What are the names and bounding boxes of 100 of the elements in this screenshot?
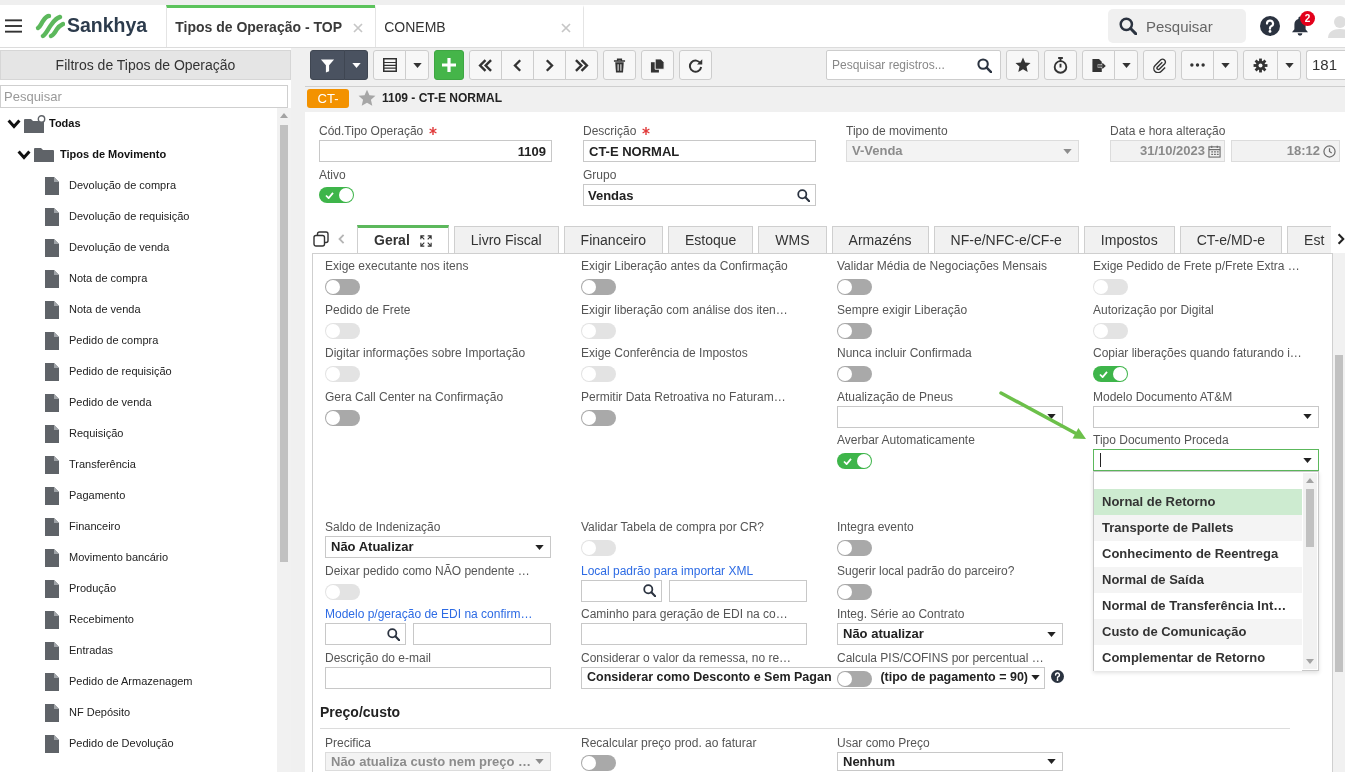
- search-field[interactable]: Pesquisar: [1108, 9, 1246, 43]
- select-field[interactable]: [837, 405, 1063, 428]
- tab[interactable]: Estoque: [668, 226, 754, 253]
- lookup-input[interactable]: Vendas: [584, 185, 797, 205]
- filter-menu-button[interactable]: [344, 50, 368, 80]
- export-button[interactable]: [1082, 50, 1115, 80]
- tree-item[interactable]: Recebimento: [0, 604, 277, 635]
- search-input[interactable]: Pesquisar: [1146, 13, 1246, 39]
- text-field[interactable]: CT-E NORMAL: [583, 140, 816, 162]
- toggle-switch[interactable]: [837, 279, 872, 295]
- search-icon[interactable]: [643, 584, 656, 597]
- tree-item[interactable]: Pagamento: [0, 480, 277, 511]
- toggle-switch[interactable]: [581, 755, 616, 771]
- scrollbar[interactable]: [277, 108, 291, 772]
- tab[interactable]: CT-e/MD-e: [1179, 226, 1283, 253]
- scrollbar[interactable]: [1303, 473, 1317, 669]
- lookup-field[interactable]: [325, 623, 406, 645]
- next-record-button[interactable]: [533, 50, 566, 80]
- tab[interactable]: NF-e/NFC-e/CF-e: [933, 226, 1079, 253]
- attach-button[interactable]: [1143, 50, 1176, 80]
- tree-item[interactable]: Produção: [0, 573, 277, 604]
- tree-item[interactable]: Financeiro: [0, 511, 277, 542]
- toggle-switch[interactable]: [837, 540, 872, 556]
- tree-item[interactable]: Devolução de requisição: [0, 201, 277, 232]
- tree-item[interactable]: Requisição: [0, 418, 277, 449]
- chevron-down-icon[interactable]: [7, 118, 21, 129]
- star-icon[interactable]: [358, 89, 376, 107]
- tree-item[interactable]: Nota de venda: [0, 294, 277, 325]
- search-field[interactable]: Pesquisar: [0, 85, 288, 108]
- select-field[interactable]: Considerar como Desconto e Sem Pagan (tipo de pagamento = 90): [581, 666, 1045, 689]
- toggle-switch[interactable]: [319, 187, 354, 203]
- lookup-field[interactable]: [581, 579, 662, 602]
- tree-item[interactable]: Pedido de Devolução: [0, 728, 277, 759]
- search-icon[interactable]: [1119, 17, 1137, 35]
- toggle-switch[interactable]: [581, 409, 616, 426]
- tree-item[interactable]: Pedido de requisição: [0, 356, 277, 387]
- more-menu-button[interactable]: [1213, 50, 1238, 80]
- tab[interactable]: Armazéns: [831, 226, 929, 253]
- tab[interactable]: Livro Fiscal: [453, 226, 559, 253]
- search-icon[interactable]: [797, 188, 810, 202]
- tree-item[interactable]: Pedido de venda: [0, 387, 277, 418]
- select-field[interactable]: [1093, 449, 1319, 471]
- grid-menu-button[interactable]: [405, 50, 429, 80]
- favorite-button[interactable]: [1006, 50, 1039, 80]
- tree-item[interactable]: Pedido de compra: [0, 325, 277, 356]
- first-record-button[interactable]: [469, 50, 502, 80]
- select-field[interactable]: [1093, 405, 1319, 428]
- field-link[interactable]: Local padrão para importar XML: [581, 563, 837, 578]
- previous-record-button[interactable]: [501, 50, 534, 80]
- field-link[interactable]: Modelo p/geração de EDI na confirm…: [325, 607, 581, 621]
- select-field[interactable]: Nenhum: [837, 752, 1063, 771]
- menu-button[interactable]: [5, 19, 22, 33]
- settings-menu-button[interactable]: [1277, 50, 1301, 80]
- toggle-switch[interactable]: [837, 322, 872, 339]
- toggle-switch[interactable]: [325, 409, 360, 426]
- chevron-right-icon[interactable]: [1337, 232, 1345, 246]
- more-button[interactable]: [1181, 50, 1214, 80]
- select-field[interactable]: Não Atualizar: [325, 536, 551, 558]
- dropdown-option[interactable]: Normal de Saída: [1094, 567, 1302, 593]
- expand-icon[interactable]: [419, 234, 432, 247]
- toggle-switch[interactable]: [837, 453, 872, 469]
- tree-item[interactable]: Nota de compra: [0, 263, 277, 294]
- lookup-field[interactable]: Vendas: [583, 184, 816, 206]
- filter-button[interactable]: [310, 50, 345, 80]
- search-icon[interactable]: [977, 57, 992, 73]
- tab[interactable]: Est: [1287, 226, 1331, 253]
- toggle-switch[interactable]: [837, 366, 872, 382]
- toggle-switch[interactable]: [325, 279, 360, 295]
- number-field[interactable]: 1109: [319, 140, 552, 162]
- tab[interactable]: WMS: [758, 226, 827, 253]
- tree-item[interactable]: NF Depósito: [0, 697, 277, 728]
- toggle-switch[interactable]: [581, 279, 616, 295]
- delete-button[interactable]: [603, 50, 636, 80]
- timer-button[interactable]: [1044, 50, 1077, 80]
- settings-button[interactable]: [1243, 50, 1278, 80]
- refresh-button[interactable]: [679, 50, 712, 80]
- select-field[interactable]: Não atualizar: [837, 623, 1063, 645]
- tree-item[interactable]: Entradas: [0, 635, 277, 666]
- tree-item[interactable]: Pedido de Armazenagem: [0, 666, 277, 697]
- tree-item[interactable]: Transferência: [0, 449, 277, 480]
- tree-item[interactable]: Devolução de venda: [0, 232, 277, 263]
- last-record-button[interactable]: [565, 50, 598, 80]
- grid-view-button[interactable]: [373, 50, 406, 80]
- windows-icon[interactable]: [313, 231, 329, 247]
- tree-item[interactable]: Todas: [0, 108, 277, 139]
- help-icon[interactable]: [1260, 16, 1280, 36]
- text-field[interactable]: [325, 666, 551, 689]
- search-field[interactable]: Pesquisar registros...: [826, 50, 1001, 80]
- dropdown-option[interactable]: Complementar de Retorno: [1094, 645, 1302, 671]
- dropdown-option[interactable]: Nornal de Retorno: [1094, 489, 1302, 515]
- tree-item[interactable]: Movimento bancário: [0, 542, 277, 573]
- text-field[interactable]: [581, 623, 807, 645]
- toggle-switch[interactable]: [837, 583, 872, 600]
- tree-item[interactable]: Devolução de compra: [0, 170, 277, 201]
- search-input[interactable]: Pesquisar registros...: [832, 52, 977, 78]
- dropdown-option[interactable]: Custo de Comunicação: [1094, 619, 1302, 645]
- duplicate-button[interactable]: [641, 50, 674, 80]
- export-menu-button[interactable]: [1114, 50, 1138, 80]
- tree-item[interactable]: Tipos de Movimento: [0, 139, 277, 170]
- toggle-switch[interactable]: [1093, 366, 1128, 382]
